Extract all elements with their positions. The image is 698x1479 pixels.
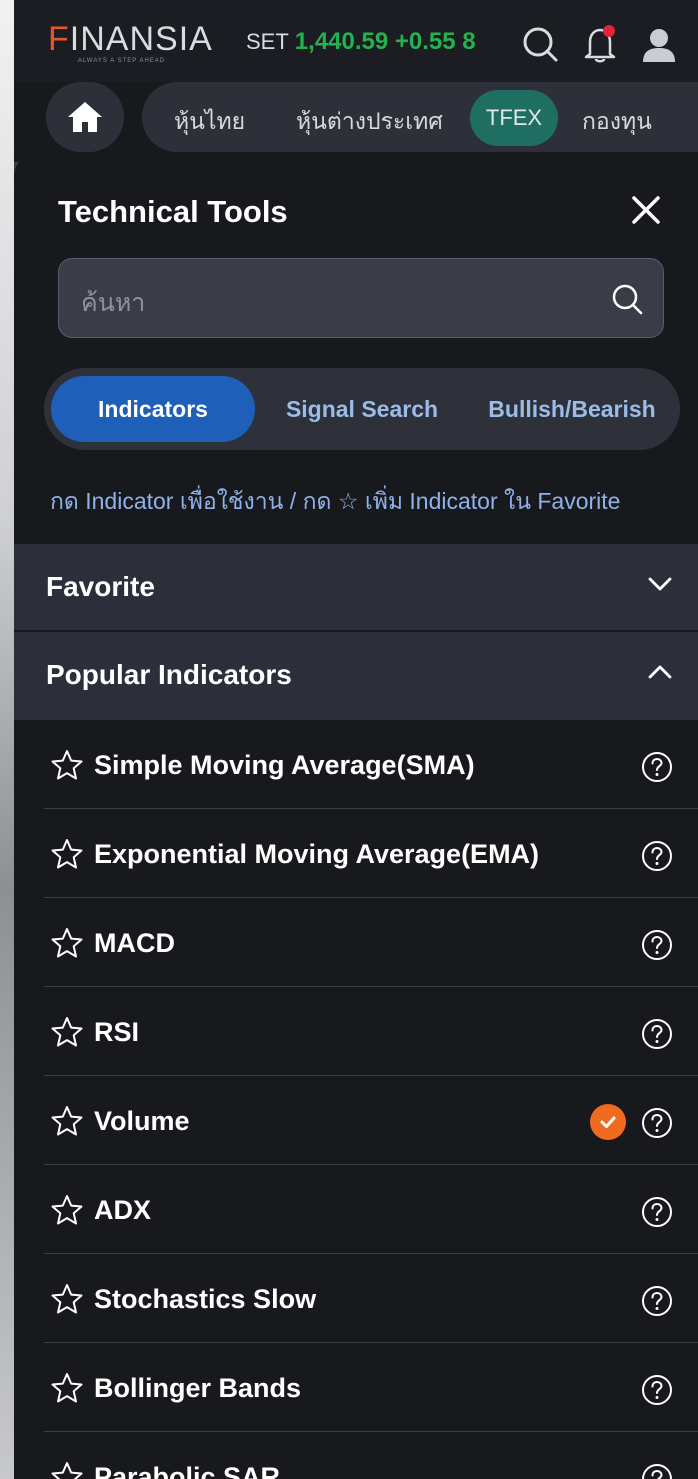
indicator-label: Parabolic SAR xyxy=(94,1462,281,1479)
market-nav: หุ้นไทย หุ้นต่างประเทศ TFEX กองทุน xyxy=(14,82,698,162)
favorite-star-icon[interactable] xyxy=(50,837,84,876)
section-title: Favorite xyxy=(46,571,155,602)
help-icon[interactable] xyxy=(640,1106,674,1145)
nav-item-funds[interactable]: กองทุน xyxy=(582,104,652,140)
tab-bullish-bearish[interactable]: Bullish/Bearish xyxy=(470,376,674,442)
favorite-star-icon[interactable] xyxy=(50,1015,84,1054)
search-placeholder: ค้นหา xyxy=(81,289,146,317)
indicator-row[interactable]: Stochastics Slow xyxy=(14,1254,698,1343)
indicator-row[interactable]: Exponential Moving Average(EMA) xyxy=(14,809,698,898)
nav-item-foreign-stocks[interactable]: หุ้นต่างประเทศ xyxy=(296,104,443,140)
help-icon[interactable] xyxy=(640,1284,674,1323)
indicator-label: MACD xyxy=(94,928,175,958)
technical-tools-panel: Technical Tools ค้นหา Indicators Signal … xyxy=(14,154,698,1479)
help-icon[interactable] xyxy=(640,750,674,789)
home-icon xyxy=(68,102,102,132)
finansia-logo[interactable]: FINANSIA ALWAYS A STEP AHEAD xyxy=(48,22,213,64)
search-icon[interactable] xyxy=(520,24,560,69)
help-icon[interactable] xyxy=(640,928,674,967)
help-icon[interactable] xyxy=(640,839,674,878)
ticker-value: 1,440.59 +0.55 8 xyxy=(294,28,476,55)
indicator-row[interactable]: Parabolic SAR xyxy=(14,1432,698,1479)
indicator-list: Simple Moving Average(SMA) Exponential M… xyxy=(14,720,698,1479)
favorite-star-icon[interactable] xyxy=(50,1193,84,1232)
indicator-label: Simple Moving Average(SMA) xyxy=(94,750,475,780)
favorite-star-icon[interactable] xyxy=(50,1371,84,1410)
close-button[interactable] xyxy=(626,190,666,230)
help-icon[interactable] xyxy=(640,1373,674,1412)
indicator-label: Stochastics Slow xyxy=(94,1284,317,1314)
user-avatar-icon[interactable] xyxy=(640,24,678,69)
home-button[interactable] xyxy=(46,82,124,152)
search-input[interactable]: ค้นหา xyxy=(58,258,664,338)
ticker-label: SET xyxy=(246,29,289,54)
tab-signal-search[interactable]: Signal Search xyxy=(264,376,460,442)
favorite-star-icon[interactable] xyxy=(50,926,84,965)
tool-tabs: Indicators Signal Search Bullish/Bearish xyxy=(44,368,680,450)
section-title: Popular Indicators xyxy=(46,659,292,690)
usage-hint: กด Indicator เพื่อใช้งาน / กด ☆ เพิ่ม In… xyxy=(50,488,621,514)
background-strip xyxy=(0,0,14,1479)
chevron-up-icon xyxy=(646,662,674,687)
favorite-star-icon[interactable] xyxy=(50,1104,84,1143)
close-icon xyxy=(632,196,660,224)
market-tabs: หุ้นไทย หุ้นต่างประเทศ TFEX กองทุน xyxy=(142,82,698,152)
indicator-label: Exponential Moving Average(EMA) xyxy=(94,839,540,869)
selected-check-icon xyxy=(590,1104,626,1140)
favorite-star-icon[interactable] xyxy=(50,748,84,787)
help-icon[interactable] xyxy=(640,1195,674,1234)
indicator-label: Volume xyxy=(94,1106,190,1136)
tab-indicators[interactable]: Indicators xyxy=(51,376,255,442)
search-icon[interactable] xyxy=(609,281,645,322)
indicator-row[interactable]: Volume xyxy=(14,1076,698,1165)
chevron-down-icon xyxy=(646,574,674,599)
indicator-label: RSI xyxy=(94,1017,140,1047)
indicator-row[interactable]: RSI xyxy=(14,987,698,1076)
logo-tagline: ALWAYS A STEP AHEAD xyxy=(78,58,166,64)
indicator-row[interactable]: MACD xyxy=(14,898,698,987)
indicator-row[interactable]: Simple Moving Average(SMA) xyxy=(14,720,698,809)
top-bar: FINANSIA ALWAYS A STEP AHEAD SET 1,440.59… xyxy=(14,0,698,82)
set-index-ticker[interactable]: SET 1,440.59 +0.55 8 xyxy=(246,28,532,56)
nav-item-thai-stocks[interactable]: หุ้นไทย xyxy=(174,104,245,140)
nav-item-tfex[interactable]: TFEX xyxy=(470,90,558,146)
notification-bell-icon[interactable] xyxy=(582,24,618,69)
panel-title: Technical Tools xyxy=(58,194,288,229)
section-favorite[interactable]: Favorite xyxy=(14,544,698,630)
help-icon[interactable] xyxy=(640,1462,674,1479)
help-icon[interactable] xyxy=(640,1017,674,1056)
indicator-row[interactable]: ADX xyxy=(14,1165,698,1254)
favorite-star-icon[interactable] xyxy=(50,1282,84,1321)
section-popular-indicators[interactable]: Popular Indicators xyxy=(14,632,698,720)
indicator-row[interactable]: Bollinger Bands xyxy=(14,1343,698,1432)
favorite-star-icon[interactable] xyxy=(50,1460,84,1479)
indicator-label: Bollinger Bands xyxy=(94,1373,302,1403)
indicator-label: ADX xyxy=(94,1195,152,1225)
